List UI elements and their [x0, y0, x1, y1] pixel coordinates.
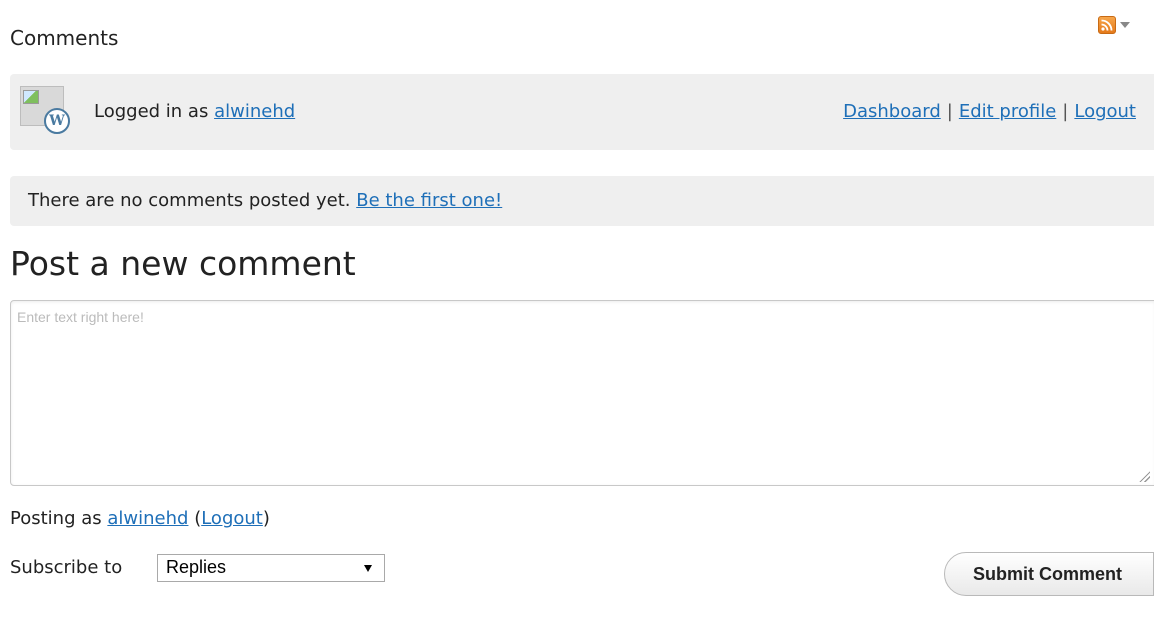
post-comment-heading: Post a new comment	[10, 244, 356, 283]
empty-comments-message: There are no comments posted yet. Be the…	[28, 190, 502, 212]
wordpress-icon: W	[44, 108, 70, 134]
submit-comment-button[interactable]: Submit Comment	[944, 552, 1154, 596]
posting-as-line: Posting as alwinehd (Logout)	[10, 508, 270, 530]
empty-comments-notice: There are no comments posted yet. Be the…	[10, 176, 1154, 226]
logged-in-text: Logged in as alwinehd	[94, 101, 295, 123]
edit-profile-link[interactable]: Edit profile	[959, 101, 1056, 122]
posting-prefix: Posting as	[10, 508, 102, 529]
logout-link[interactable]: Logout	[1074, 101, 1136, 122]
posting-username-link[interactable]: alwinehd	[107, 508, 188, 529]
logged-in-prefix: Logged in as	[94, 101, 209, 122]
dashboard-link[interactable]: Dashboard	[843, 101, 941, 122]
empty-message-text: There are no comments posted yet.	[28, 190, 351, 211]
subscribe-select[interactable]: Replies	[157, 554, 385, 582]
comment-textarea[interactable]	[10, 300, 1154, 486]
comments-widget: Comments W Logged in as alwinehd Dashboa…	[0, 0, 1154, 628]
rss-icon	[1098, 16, 1116, 34]
be-first-link[interactable]: Be the first one!	[356, 190, 502, 211]
subscribe-selected-value: Replies	[166, 557, 227, 577]
resize-handle-icon[interactable]	[1138, 470, 1150, 482]
paren-close: )	[262, 508, 270, 529]
link-separator: |	[946, 101, 953, 122]
login-bar: W Logged in as alwinehd Dashboard | Edit p…	[10, 74, 1154, 150]
subscribe-label: Subscribe to	[10, 557, 123, 578]
account-links: Dashboard | Edit profile | Logout	[843, 101, 1136, 123]
link-separator: |	[1062, 101, 1069, 122]
chevron-down-icon	[1120, 22, 1130, 28]
posting-logout-link[interactable]: Logout	[201, 508, 263, 529]
dropdown-arrow-icon	[364, 565, 372, 572]
rss-subscribe-menu[interactable]	[1098, 12, 1146, 38]
username-link[interactable]: alwinehd	[214, 101, 295, 122]
broken-image-icon	[23, 90, 39, 104]
comments-title: Comments	[10, 26, 119, 50]
